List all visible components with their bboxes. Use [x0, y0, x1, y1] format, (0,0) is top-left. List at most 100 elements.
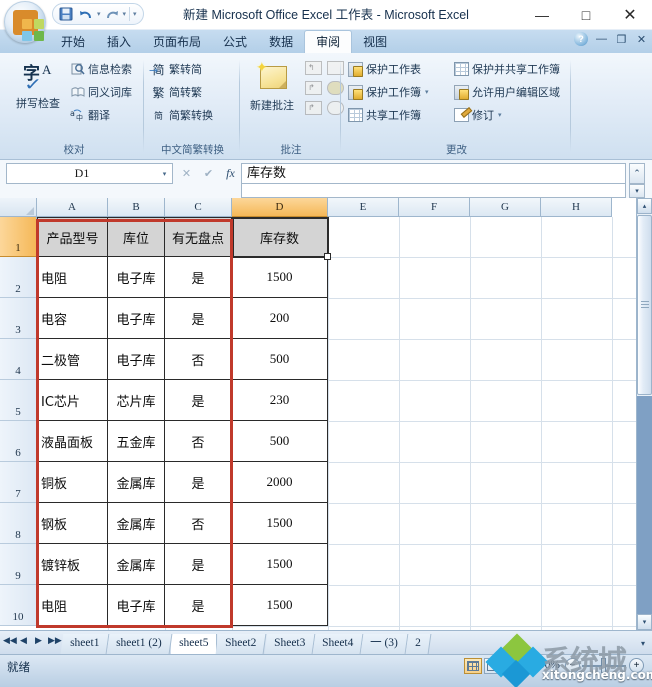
traditional-to-simplified-button[interactable]: → 简 繁转简: [149, 61, 202, 78]
help-icon[interactable]: ?: [574, 32, 588, 46]
data-cell-D9[interactable]: 1500: [232, 544, 328, 585]
column-header-E[interactable]: E: [328, 198, 399, 217]
page-layout-view-button[interactable]: [484, 658, 502, 674]
data-cell-C3[interactable]: 是: [165, 298, 232, 339]
protect-sheet-button[interactable]: 保护工作表: [348, 61, 421, 77]
name-box[interactable]: D1 ▾: [6, 163, 173, 184]
row-header-2[interactable]: 2: [0, 257, 37, 298]
data-cell-A9[interactable]: 镀锌板: [37, 544, 108, 585]
header-cell-D1[interactable]: 库存数: [232, 217, 328, 257]
normal-view-button[interactable]: [464, 658, 482, 674]
formula-bar-scroll-icon[interactable]: ▾: [629, 184, 645, 198]
tab-page-layout[interactable]: 页面布局: [142, 32, 212, 53]
new-comment-button[interactable]: ✦ 新建批注: [241, 60, 303, 113]
expand-formula-bar-icon[interactable]: ⌃: [629, 163, 645, 184]
protect-share-workbook-button[interactable]: 保护并共享工作簿: [454, 61, 560, 77]
header-cell-C1[interactable]: 有无盘点: [165, 217, 232, 257]
simplified-to-traditional-button[interactable]: 繁 简转繁: [151, 84, 202, 100]
tab-data[interactable]: 数据: [258, 32, 304, 53]
column-header-B[interactable]: B: [108, 198, 165, 217]
data-cell-B7[interactable]: 金属库: [108, 462, 165, 503]
chevron-down-icon[interactable]: ▾: [157, 170, 172, 178]
spell-check-button[interactable]: 字 A ✓ 拼写检查: [6, 59, 70, 111]
allow-edit-ranges-button[interactable]: 允许用户编辑区域: [454, 84, 560, 100]
data-cell-C4[interactable]: 否: [165, 339, 232, 380]
column-header-A[interactable]: A: [37, 198, 108, 217]
redo-dropdown-arrow[interactable]: ▾: [123, 10, 127, 18]
sheet-tab-sheet12[interactable]: sheet1 (2): [106, 634, 173, 654]
maximize-button[interactable]: □: [564, 0, 608, 30]
tab-formulas[interactable]: 公式: [212, 32, 258, 53]
sheet-tab-sheet5[interactable]: sheet5: [171, 634, 218, 654]
scrollbar-thumb[interactable]: [637, 215, 652, 395]
data-cell-A3[interactable]: 电容: [37, 298, 108, 339]
row-header-4[interactable]: 4: [0, 339, 37, 380]
doc-minimize-button[interactable]: —: [595, 33, 608, 45]
delete-comment-icon[interactable]: ↰: [305, 61, 322, 75]
sheet-tab-2[interactable]: 2: [405, 634, 432, 654]
customize-qat-icon[interactable]: ▾: [133, 10, 137, 18]
redo-icon[interactable]: [103, 5, 121, 23]
data-cell-A7[interactable]: 铜板: [37, 462, 108, 503]
data-cell-D10[interactable]: 1500: [232, 585, 328, 626]
data-cell-B10[interactable]: 电子库: [108, 585, 165, 626]
sheet-tab-sheet1[interactable]: sheet1: [60, 634, 110, 654]
insert-function-icon[interactable]: fx: [220, 163, 241, 184]
vertical-scrollbar[interactable]: ▴ ▾: [636, 198, 652, 630]
header-cell-A1[interactable]: 产品型号: [37, 217, 108, 257]
data-cell-C7[interactable]: 是: [165, 462, 232, 503]
first-sheet-icon[interactable]: ◀◀: [3, 635, 17, 646]
protect-workbook-button[interactable]: 保护工作簿 ▾: [348, 84, 429, 100]
data-cell-C8[interactable]: 否: [165, 503, 232, 544]
tab-insert[interactable]: 插入: [96, 32, 142, 53]
row-header-9[interactable]: 9: [0, 544, 37, 585]
data-cell-A10[interactable]: 电阻: [37, 585, 108, 626]
enter-icon[interactable]: ✔: [198, 163, 219, 184]
data-cell-B3[interactable]: 电子库: [108, 298, 165, 339]
zoom-slider-handle[interactable]: [601, 658, 606, 673]
track-changes-dropdown-arrow[interactable]: ▾: [498, 111, 502, 119]
track-changes-button[interactable]: 修订 ▾: [454, 107, 502, 123]
data-cell-B8[interactable]: 金属库: [108, 503, 165, 544]
data-cell-A4[interactable]: 二极管: [37, 339, 108, 380]
data-cell-D8[interactable]: 1500: [232, 503, 328, 544]
data-cell-D7[interactable]: 2000: [232, 462, 328, 503]
formula-input[interactable]: 库存数: [241, 163, 626, 184]
data-cell-D3[interactable]: 200: [232, 298, 328, 339]
column-header-D[interactable]: D: [232, 198, 328, 217]
sheet-tab-sheet4[interactable]: Sheet4: [312, 634, 364, 654]
scroll-down-button[interactable]: ▾: [637, 614, 652, 630]
doc-close-button[interactable]: ✕: [635, 33, 648, 46]
research-button[interactable]: 信息检索: [70, 61, 132, 77]
row-header-5[interactable]: 5: [0, 380, 37, 421]
row-header-1[interactable]: 1: [0, 217, 37, 257]
data-cell-C10[interactable]: 是: [165, 585, 232, 626]
protect-workbook-dropdown-arrow[interactable]: ▾: [425, 88, 429, 96]
data-cell-D4[interactable]: 500: [232, 339, 328, 380]
tab-view[interactable]: 视图: [352, 32, 398, 53]
share-workbook-button[interactable]: 共享工作簿: [348, 107, 421, 123]
select-all-button[interactable]: [0, 198, 37, 217]
spreadsheet-grid[interactable]: ABCDEFGH 1 2 3 4 5 6 7 8 9 10 产品型号 库位 有无盘点 库存数 电阻 电子库是…: [0, 198, 652, 630]
column-header-F[interactable]: F: [399, 198, 470, 217]
zoom-level-label[interactable]: 100%: [533, 659, 560, 671]
column-header-H[interactable]: H: [541, 198, 612, 217]
data-cell-C9[interactable]: 是: [165, 544, 232, 585]
thesaurus-button[interactable]: 同义词库: [70, 84, 132, 100]
data-cell-D6[interactable]: 500: [232, 421, 328, 462]
row-header-8[interactable]: 8: [0, 503, 37, 544]
close-button[interactable]: ✕: [608, 0, 652, 30]
row-header-6[interactable]: 6: [0, 421, 37, 462]
save-icon[interactable]: [57, 5, 75, 23]
last-sheet-icon[interactable]: ▶▶: [48, 635, 62, 646]
translate-button[interactable]: a中 翻译: [70, 107, 110, 123]
next-sheet-icon[interactable]: ▶: [33, 635, 44, 646]
data-cell-A8[interactable]: 钢板: [37, 503, 108, 544]
data-cell-C5[interactable]: 是: [165, 380, 232, 421]
data-cell-A2[interactable]: 电阻: [37, 257, 108, 298]
data-cell-A6[interactable]: 液晶面板: [37, 421, 108, 462]
undo-dropdown-arrow[interactable]: ▾: [97, 10, 101, 18]
data-cell-D2[interactable]: 1500: [232, 257, 328, 298]
data-cell-B6[interactable]: 五金库: [108, 421, 165, 462]
page-break-view-button[interactable]: [504, 658, 522, 674]
